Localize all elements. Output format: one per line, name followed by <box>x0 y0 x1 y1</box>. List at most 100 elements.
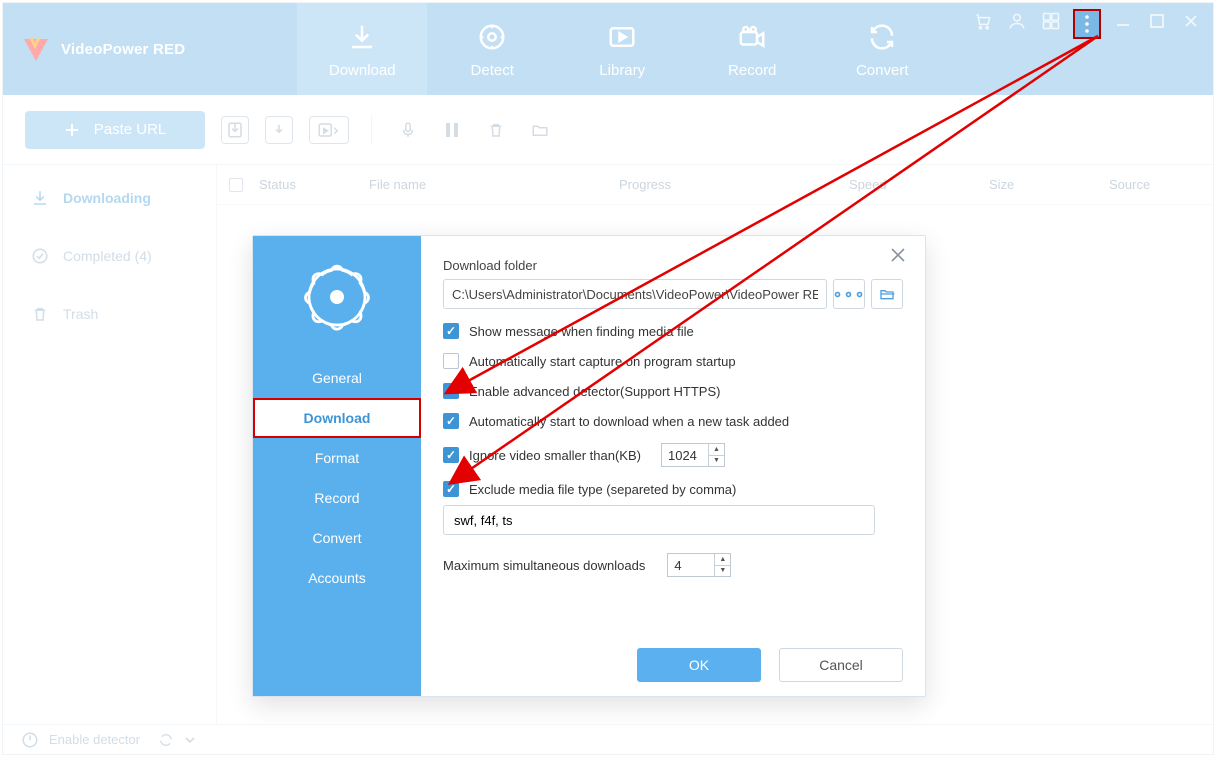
download-folder-input[interactable] <box>443 279 827 309</box>
tab-label: Detect <box>471 62 514 79</box>
settings-dialog: General Download Format Record Convert A… <box>252 235 926 697</box>
header-checkbox[interactable] <box>229 178 259 192</box>
max-sim-spinner[interactable]: 4 ▲▼ <box>667 553 731 577</box>
browse-folder-button[interactable] <box>871 279 903 309</box>
left-sidebar: Downloading Completed (4) Trash <box>3 165 217 724</box>
footer-label: Enable detector <box>49 732 140 747</box>
sidebar-item-completed[interactable]: Completed (4) <box>3 227 216 285</box>
header-speed[interactable]: Speed <box>849 177 989 192</box>
chevron-down-icon[interactable] <box>184 734 196 746</box>
settings-tab-format[interactable]: Format <box>253 438 421 478</box>
record-tab-icon <box>735 20 769 54</box>
tab-library[interactable]: Library <box>557 3 687 95</box>
pause-icon[interactable] <box>438 116 466 144</box>
settings-tab-general[interactable]: General <box>253 358 421 398</box>
header-progress[interactable]: Progress <box>619 177 849 192</box>
spinner-down-icon[interactable]: ▼ <box>709 456 724 467</box>
tab-label: Convert <box>856 62 909 79</box>
ignore-kb-spinner[interactable]: 1024 ▲▼ <box>661 443 725 467</box>
opt-label: Ignore video smaller than(KB) <box>469 448 641 463</box>
minimize-icon[interactable] <box>1111 9 1135 33</box>
paste-url-button[interactable]: Paste URL <box>25 111 205 149</box>
paste-url-label: Paste URL <box>94 121 167 138</box>
ok-button[interactable]: OK <box>637 648 761 682</box>
header-filename[interactable]: File name <box>369 177 619 192</box>
opt-exclude-types[interactable]: Exclude media file type (separeted by co… <box>443 481 903 497</box>
folder-toolbar-icon[interactable] <box>526 116 554 144</box>
opt-label: Enable advanced detector(Support HTTPS) <box>469 384 720 399</box>
mic-icon[interactable] <box>394 116 422 144</box>
header-status[interactable]: Status <box>259 177 369 192</box>
opt-auto-download[interactable]: Automatically start to download when a n… <box>443 413 903 429</box>
opt-advanced-detector[interactable]: Enable advanced detector(Support HTTPS) <box>443 383 903 399</box>
tab-label: Record <box>728 62 776 79</box>
settings-tab-record[interactable]: Record <box>253 478 421 518</box>
checkbox-icon <box>443 413 459 429</box>
convert-tab-icon <box>865 20 899 54</box>
tab-record[interactable]: Record <box>687 3 817 95</box>
plus-icon <box>64 122 80 138</box>
more-dots-icon <box>1085 15 1089 33</box>
download-folder-label: Download folder <box>443 258 903 273</box>
spinner-up-icon[interactable]: ▲ <box>715 554 730 566</box>
sidebar-item-label: Downloading <box>63 190 151 206</box>
header-size[interactable]: Size <box>989 177 1109 192</box>
downloading-icon <box>31 189 49 207</box>
checkbox-icon <box>443 323 459 339</box>
dialog-close-button[interactable] <box>889 246 911 268</box>
checkbox-icon <box>443 447 459 463</box>
cart-icon[interactable] <box>971 9 995 33</box>
user-icon[interactable] <box>1005 9 1029 33</box>
window-controls <box>971 3 1213 95</box>
toolbar: Paste URL <box>3 95 1213 165</box>
spinner-down-icon[interactable]: ▼ <box>715 566 730 577</box>
settings-tab-accounts[interactable]: Accounts <box>253 558 421 598</box>
app-title: VideoPower RED <box>61 41 185 58</box>
list-header: Status File name Progress Speed Size Sou… <box>217 165 1213 205</box>
detect-tab-icon <box>475 20 509 54</box>
settings-gear-icon <box>253 236 421 358</box>
sidebar-item-trash[interactable]: Trash <box>3 285 216 343</box>
opt-label: Automatically start capture on program s… <box>469 354 736 369</box>
settings-tab-download[interactable]: Download <box>253 398 421 438</box>
folder-open-icon <box>878 286 896 302</box>
settings-sidebar: General Download Format Record Convert A… <box>253 236 421 696</box>
opt-show-message[interactable]: Show message when finding media file <box>443 323 903 339</box>
ellipsis-icon: ∘∘∘ <box>832 284 865 304</box>
spinner-value: 4 <box>674 558 681 573</box>
maximize-icon[interactable] <box>1145 9 1169 33</box>
brand: VideoPower RED <box>3 3 207 95</box>
tab-detect[interactable]: Detect <box>427 3 557 95</box>
tab-download[interactable]: Download <box>297 3 427 95</box>
power-icon[interactable] <box>21 731 39 749</box>
spinner-value: 1024 <box>668 448 697 463</box>
checkbox-icon <box>443 383 459 399</box>
opt-ignore-kb[interactable]: Ignore video smaller than(KB) 1024 ▲▼ <box>443 443 903 467</box>
trash-icon <box>31 305 49 323</box>
batch-download-icon[interactable] <box>221 116 249 144</box>
refresh-footer-icon[interactable] <box>158 732 174 748</box>
checkbox-icon <box>443 353 459 369</box>
more-menu-button[interactable] <box>1073 9 1101 39</box>
sidebar-item-label: Trash <box>63 306 98 322</box>
help-icon[interactable] <box>1039 9 1063 33</box>
opt-auto-capture[interactable]: Automatically start capture on program s… <box>443 353 903 369</box>
download-tab-icon <box>345 20 379 54</box>
spinner-up-icon[interactable]: ▲ <box>709 444 724 456</box>
cancel-button[interactable]: Cancel <box>779 648 903 682</box>
single-download-icon[interactable] <box>265 116 293 144</box>
more-path-button[interactable]: ∘∘∘ <box>833 279 865 309</box>
settings-body: Download folder ∘∘∘ Show message when fi… <box>421 236 925 696</box>
add-to-playlist-icon[interactable] <box>309 116 349 144</box>
titlebar: VideoPower RED Download Detect Library R… <box>3 3 1213 95</box>
trash-toolbar-icon[interactable] <box>482 116 510 144</box>
close-icon[interactable] <box>1179 9 1203 33</box>
exclude-types-input[interactable] <box>443 505 875 535</box>
separator <box>371 115 372 145</box>
settings-tab-convert[interactable]: Convert <box>253 518 421 558</box>
header-source[interactable]: Source <box>1109 177 1213 192</box>
opt-label: Automatically start to download when a n… <box>469 414 789 429</box>
tab-convert[interactable]: Convert <box>817 3 947 95</box>
sidebar-item-downloading[interactable]: Downloading <box>3 169 216 227</box>
opt-label: Show message when finding media file <box>469 324 694 339</box>
